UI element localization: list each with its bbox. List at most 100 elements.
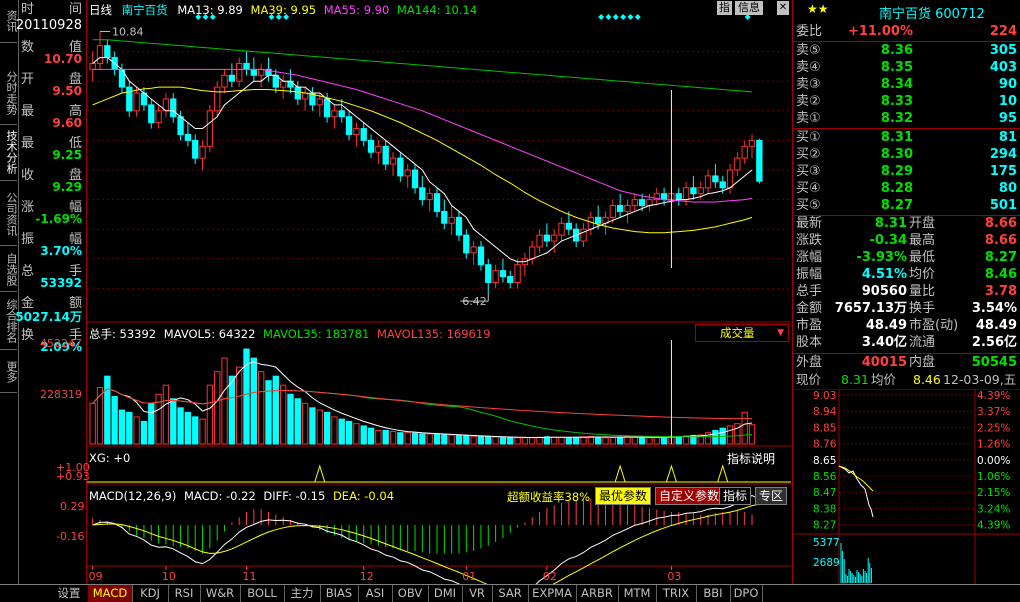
candle[interactable]: [133, 87, 140, 117]
indicator-tab-kdj[interactable]: KDJ: [132, 585, 169, 602]
custom-params-button[interactable]: 自定义参数: [655, 487, 724, 505]
candle[interactable]: [375, 140, 382, 165]
candle[interactable]: [712, 164, 719, 188]
candle[interactable]: [507, 270, 514, 289]
indicator-tab-bias[interactable]: BIAS: [320, 585, 359, 602]
candle[interactable]: [126, 81, 133, 117]
candle[interactable]: [756, 138, 763, 184]
indicator-tab-sar[interactable]: SAR: [492, 585, 529, 602]
indicator-tab-obv[interactable]: OBV: [392, 585, 429, 602]
indicator-tab-bbi[interactable]: BBI: [696, 585, 731, 602]
candle[interactable]: [448, 205, 455, 236]
candle[interactable]: [741, 140, 748, 165]
candle[interactable]: [265, 57, 272, 82]
star-icon[interactable]: ★★: [807, 2, 829, 16]
chart-area[interactable]: 10.84 6.42 09 10 11 12 01 02 03 日线 南宁百货 MA13: 9.…: [86, 0, 791, 584]
indicator-tab-expma[interactable]: EXPMA: [528, 585, 577, 602]
candle[interactable]: [616, 193, 624, 218]
candle[interactable]: [382, 140, 389, 170]
zone-button[interactable]: 专区: [755, 487, 788, 505]
tab-company-info[interactable]: 公司资讯: [0, 183, 18, 246]
indicator-tab-asi[interactable]: ASI: [358, 585, 393, 602]
tab-intraday[interactable]: 分时走势: [0, 62, 18, 125]
candle[interactable]: [529, 241, 536, 265]
candle[interactable]: [558, 217, 565, 242]
candle[interactable]: [89, 51, 96, 82]
candle[interactable]: [543, 223, 551, 247]
indicator-tab-mtm[interactable]: MTM: [618, 585, 657, 602]
candle[interactable]: [258, 63, 265, 88]
candle[interactable]: [294, 81, 301, 105]
candle[interactable]: [360, 122, 367, 147]
indicator-tab-[interactable]: 设置: [50, 585, 89, 602]
tab-news[interactable]: 资讯: [0, 0, 18, 43]
candle[interactable]: [690, 175, 697, 200]
candle[interactable]: [587, 211, 595, 236]
candle[interactable]: [184, 122, 192, 147]
indicator-tab-wr[interactable]: W&R: [200, 585, 241, 602]
candle[interactable]: [551, 229, 558, 253]
candle[interactable]: [748, 134, 756, 159]
candle[interactable]: [331, 104, 338, 129]
candle[interactable]: [411, 164, 419, 194]
zhi-button[interactable]: 指: [717, 1, 732, 15]
candle[interactable]: [309, 87, 316, 111]
info-button[interactable]: 信息: [735, 1, 763, 15]
candle[interactable]: [221, 69, 228, 94]
candle[interactable]: [104, 39, 111, 64]
best-params-button[interactable]: 最优参数: [595, 487, 652, 505]
candle[interactable]: [389, 152, 397, 176]
indicator-tab-rsi[interactable]: RSI: [168, 585, 201, 602]
candle[interactable]: [345, 110, 353, 141]
candle[interactable]: [477, 241, 485, 271]
candle[interactable]: [536, 229, 543, 253]
mini-intraday-chart[interactable]: 9.03 8.94 8.85 8.76 8.65 8.56 8.47 8.38 8.27 4.39…: [793, 389, 1020, 585]
indicator-tab-trix[interactable]: TRIX: [656, 585, 697, 602]
indicator-tab-arbr[interactable]: ARBR: [576, 585, 619, 602]
candle[interactable]: [704, 170, 712, 194]
candle[interactable]: [492, 264, 499, 289]
candle[interactable]: [455, 211, 463, 242]
candle[interactable]: [367, 134, 375, 159]
candle[interactable]: [397, 152, 404, 182]
volume-indicator-dropdown[interactable]: 成交量 ▼: [695, 324, 789, 342]
candle[interactable]: [485, 258, 492, 294]
indicator-tab-dpo[interactable]: DPO: [730, 585, 763, 602]
candle[interactable]: [140, 87, 148, 111]
candle[interactable]: [236, 57, 243, 88]
candle[interactable]: [192, 134, 199, 165]
candle[interactable]: [155, 104, 162, 129]
candle[interactable]: [162, 93, 170, 117]
candle[interactable]: [353, 122, 360, 147]
candle[interactable]: [521, 252, 529, 277]
candle[interactable]: [170, 93, 177, 123]
candle[interactable]: [206, 104, 214, 153]
tab-more[interactable]: 更多: [0, 352, 18, 393]
candle[interactable]: [514, 258, 521, 289]
candle[interactable]: [96, 31, 104, 70]
close-icon[interactable]: ✕: [777, 1, 789, 15]
candle[interactable]: [653, 187, 660, 206]
candle[interactable]: [675, 187, 682, 206]
candle[interactable]: [419, 175, 426, 206]
indicator-tab-vr[interactable]: VR: [462, 585, 493, 602]
indicator-tab-boll[interactable]: BOLL: [240, 585, 285, 602]
candle[interactable]: [338, 98, 345, 123]
candle[interactable]: [214, 81, 221, 117]
candle[interactable]: [301, 87, 309, 111]
candle[interactable]: [646, 193, 653, 212]
candle[interactable]: [470, 241, 477, 265]
candle[interactable]: [624, 199, 631, 224]
candle[interactable]: [726, 164, 734, 194]
candle[interactable]: [426, 187, 433, 212]
candle[interactable]: [279, 75, 287, 99]
candle[interactable]: [631, 193, 638, 212]
tab-watchlist[interactable]: 自选股: [0, 247, 18, 292]
candle[interactable]: [433, 187, 441, 218]
candle[interactable]: [404, 164, 411, 188]
candle[interactable]: [199, 140, 206, 170]
candle[interactable]: [463, 229, 470, 259]
indicator-tab-[interactable]: 主力: [284, 585, 321, 602]
candle[interactable]: [228, 63, 236, 88]
candle[interactable]: [734, 152, 741, 176]
